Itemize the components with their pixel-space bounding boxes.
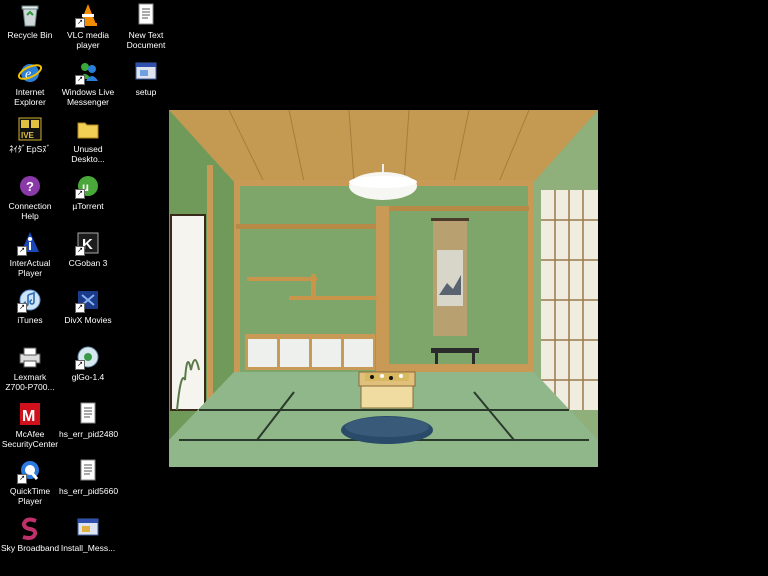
vlc-icon: ↗ <box>75 2 101 28</box>
quicktime-player[interactable]: ↗ QuickTime Player <box>1 458 59 506</box>
new-text-document-icon <box>133 2 159 28</box>
folder-icon <box>75 116 101 142</box>
hs-err-pid2480[interactable]: hs_err_pid2480 <box>59 401 118 439</box>
cgoban[interactable]: K ↗ CGoban 3 <box>59 230 117 268</box>
windows-live-messenger[interactable]: ↗ Windows Live Messenger <box>59 59 117 107</box>
lexmark-printer[interactable]: Lexmark Z700-P700... <box>1 344 59 392</box>
itunes-icon: ↗ <box>17 287 43 313</box>
wallpaper-tatami-room <box>169 110 598 467</box>
windows-live-messenger-icon: ↗ <box>75 59 101 85</box>
setup[interactable]: setup <box>117 59 175 97</box>
hs-err-pid5660[interactable]: hs_err_pid5660 <box>59 458 118 496</box>
glgo-icon: ↗ <box>75 344 101 370</box>
text-file-icon <box>75 458 101 484</box>
quicktime-icon: ↗ <box>17 458 43 484</box>
new-text-document[interactable]: New Text Document <box>117 2 175 50</box>
setup-icon <box>133 59 159 85</box>
sky-broadband[interactable]: Sky Broadband <box>1 515 59 553</box>
svg-text:M: M <box>22 408 35 425</box>
svg-text:IVE: IVE <box>21 131 35 140</box>
lexmark-printer-icon <box>17 344 43 370</box>
connection-help[interactable]: ? Connection Help <box>1 173 59 221</box>
recycle-bin-icon <box>17 2 43 28</box>
utorrent[interactable]: µ ↗ µTorrent <box>59 173 117 211</box>
glgo[interactable]: ↗ glGo-1.4 <box>59 344 117 382</box>
unused-desktop-folder[interactable]: Unused Deskto... <box>59 116 117 164</box>
ive-app[interactable]: IVE ﾈｲﾀﾞEpSﾇﾞ <box>1 116 59 154</box>
divx-movies[interactable]: ↗ DivX Movies <box>59 287 117 325</box>
itunes[interactable]: ↗ iTunes <box>1 287 59 325</box>
divx-movies-icon: ↗ <box>75 287 101 313</box>
icon-label: Recycle Bin <box>7 30 53 40</box>
interactual-player[interactable]: ↗ InterActual Player <box>1 230 59 278</box>
install-messenger[interactable]: Install_Mess... <box>59 515 117 553</box>
installer-icon <box>75 515 101 541</box>
text-file-icon <box>75 401 101 427</box>
mcafee-securitycenter[interactable]: M McAfee SecurityCenter <box>1 401 59 449</box>
sky-broadband-icon <box>17 515 43 541</box>
ive-app-icon: IVE <box>17 116 43 142</box>
interactual-player-icon: ↗ <box>17 230 43 256</box>
internet-explorer-icon: e <box>17 59 43 85</box>
connection-help-icon: ? <box>17 173 43 199</box>
mcafee-icon: M <box>17 401 43 427</box>
vlc-media-player[interactable]: ↗ VLC media player <box>59 2 117 50</box>
internet-explorer[interactable]: e Internet Explorer <box>1 59 59 107</box>
utorrent-icon: µ ↗ <box>75 173 101 199</box>
svg-text:?: ? <box>26 179 34 194</box>
cgoban-icon: K ↗ <box>75 230 101 256</box>
recycle-bin[interactable]: Recycle Bin <box>1 2 59 40</box>
